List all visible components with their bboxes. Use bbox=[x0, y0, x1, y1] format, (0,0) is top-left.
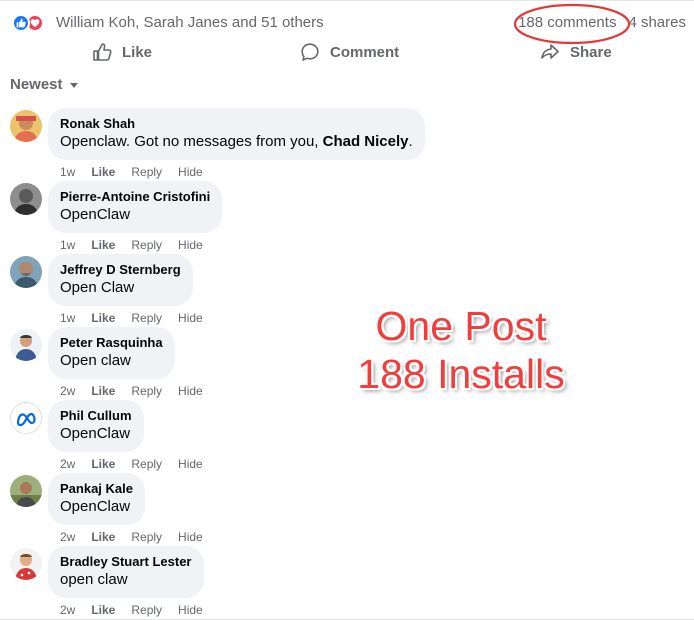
share-button[interactable]: Share bbox=[540, 36, 612, 68]
avatar[interactable] bbox=[10, 329, 42, 361]
top-divider bbox=[0, 0, 694, 1]
comment-timestamp[interactable]: 2w bbox=[60, 603, 75, 617]
avatar[interactable] bbox=[10, 256, 42, 288]
share-button-label: Share bbox=[570, 43, 612, 61]
comment-hide-button[interactable]: Hide bbox=[178, 311, 203, 325]
annotation-line-1: One Post bbox=[375, 303, 547, 349]
comment-like-button[interactable]: Like bbox=[91, 530, 115, 544]
comment-hide-button[interactable]: Hide bbox=[178, 238, 203, 252]
comment-like-button[interactable]: Like bbox=[91, 457, 115, 471]
comment-author[interactable]: Peter Rasquinha bbox=[60, 335, 163, 351]
mention-link[interactable]: Chad Nicely bbox=[323, 133, 409, 150]
annotation-line-2: 188 Installs bbox=[357, 351, 565, 397]
comment-text: OpenClaw bbox=[60, 498, 131, 515]
like-icon bbox=[12, 14, 30, 32]
comment-author[interactable]: Pankaj Kale bbox=[60, 481, 133, 497]
comment-sort-dropdown[interactable]: Newest bbox=[10, 76, 79, 93]
comment-like-button[interactable]: Like bbox=[91, 311, 115, 325]
comment-reply-button[interactable]: Reply bbox=[131, 530, 162, 544]
comment-like-button[interactable]: Like bbox=[91, 238, 115, 252]
comment-reply-button[interactable]: Reply bbox=[131, 457, 162, 471]
comment-text: OpenClaw bbox=[60, 425, 131, 442]
comment-timestamp[interactable]: 2w bbox=[60, 384, 75, 398]
comment-meta: 2w Like Reply Hide bbox=[60, 457, 203, 471]
comment-bubble: Pankaj Kale OpenClaw bbox=[48, 473, 145, 525]
comment-like-button[interactable]: Like bbox=[91, 384, 115, 398]
comment-meta: 1w Like Reply Hide bbox=[60, 165, 425, 179]
comment-author[interactable]: Ronak Shah bbox=[60, 116, 413, 132]
comment-timestamp[interactable]: 1w bbox=[60, 165, 75, 179]
comment-text: Open claw bbox=[60, 352, 131, 369]
comment-item: Bradley Stuart Lester open claw 2w Like … bbox=[10, 546, 204, 617]
share-icon bbox=[541, 44, 559, 59]
comment-timestamp[interactable]: 2w bbox=[60, 530, 75, 544]
comment-author[interactable]: Phil Cullum bbox=[60, 408, 132, 424]
comment-meta: 2w Like Reply Hide bbox=[60, 384, 203, 398]
comment-hide-button[interactable]: Hide bbox=[178, 384, 203, 398]
comment-bubble: Ronak Shah Openclaw. Got no messages fro… bbox=[48, 108, 425, 160]
comment-hide-button[interactable]: Hide bbox=[178, 530, 203, 544]
comment-text: Open Claw bbox=[60, 279, 135, 296]
comment-like-button[interactable]: Like bbox=[91, 165, 115, 179]
comment-item: Peter Rasquinha Open claw 2w Like Reply … bbox=[10, 327, 203, 398]
comment-item: Phil Cullum OpenClaw 2w Like Reply Hide bbox=[10, 400, 203, 471]
caret-down-icon bbox=[69, 82, 78, 88]
sort-label: Newest bbox=[10, 76, 63, 93]
comment-reply-button[interactable]: Reply bbox=[131, 165, 162, 179]
comment-reply-button[interactable]: Reply bbox=[131, 384, 162, 398]
comment-meta: 1w Like Reply Hide bbox=[60, 311, 203, 325]
annotation-overlay-text: One Post 188 Installs bbox=[330, 302, 592, 398]
comment-item: Ronak Shah Openclaw. Got no messages fro… bbox=[10, 108, 425, 179]
comment-timestamp[interactable]: 1w bbox=[60, 238, 75, 252]
comment-reply-button[interactable]: Reply bbox=[131, 603, 162, 617]
shares-count[interactable]: 4 shares bbox=[628, 14, 686, 31]
avatar[interactable] bbox=[10, 183, 42, 215]
comment-timestamp[interactable]: 1w bbox=[60, 311, 75, 325]
like-button[interactable]: Like bbox=[92, 36, 152, 68]
comment-like-button[interactable]: Like bbox=[91, 603, 115, 617]
avatar[interactable] bbox=[10, 548, 42, 580]
comment-author[interactable]: Jeffrey D Sternberg bbox=[60, 262, 181, 278]
meta-logo-avatar[interactable] bbox=[10, 402, 42, 434]
post-action-bar: Like Comment Share bbox=[0, 36, 694, 68]
comment-bubble: Jeffrey D Sternberg Open Claw bbox=[48, 254, 193, 306]
comment-timestamp[interactable]: 2w bbox=[60, 457, 75, 471]
comment-meta: 1w Like Reply Hide bbox=[60, 238, 222, 252]
comment-button[interactable]: Comment bbox=[300, 36, 399, 68]
comment-bubble: Pierre-Antoine Cristofini OpenClaw bbox=[48, 181, 223, 233]
reaction-icons[interactable] bbox=[12, 12, 50, 32]
comment-meta: 2w Like Reply Hide bbox=[60, 603, 204, 617]
comment-text: Openclaw. Got no messages from you, Chad… bbox=[60, 133, 413, 150]
reactors-text[interactable]: William Koh, Sarah Janes and 51 others bbox=[56, 14, 324, 31]
comment-bubble: Peter Rasquinha Open claw bbox=[48, 327, 175, 379]
comment-bubble: Bradley Stuart Lester open claw bbox=[48, 546, 204, 598]
comment-button-label: Comment bbox=[330, 43, 400, 61]
comment-reply-button[interactable]: Reply bbox=[131, 238, 162, 252]
comment-hide-button[interactable]: Hide bbox=[178, 603, 203, 617]
comment-hide-button[interactable]: Hide bbox=[178, 165, 203, 179]
comment-item: Jeffrey D Sternberg Open Claw 1w Like Re… bbox=[10, 254, 203, 325]
comment-hide-button[interactable]: Hide bbox=[178, 457, 203, 471]
avatar[interactable] bbox=[10, 475, 42, 507]
comment-item: Pankaj Kale OpenClaw 2w Like Reply Hide bbox=[10, 473, 203, 544]
comment-text: open claw bbox=[60, 571, 128, 588]
comment-author[interactable]: Pierre-Antoine Cristofini bbox=[60, 189, 210, 205]
like-button-label: Like bbox=[122, 43, 153, 61]
thumbs-up-icon bbox=[93, 43, 112, 61]
comment-meta: 2w Like Reply Hide bbox=[60, 530, 203, 544]
comment-text: OpenClaw bbox=[60, 206, 131, 223]
comment-item: Pierre-Antoine Cristofini OpenClaw 1w Li… bbox=[10, 181, 223, 252]
avatar[interactable] bbox=[10, 110, 42, 142]
comment-bubble: Phil Cullum OpenClaw bbox=[48, 400, 144, 452]
comment-author[interactable]: Bradley Stuart Lester bbox=[60, 554, 192, 570]
comment-reply-button[interactable]: Reply bbox=[131, 311, 162, 325]
comment-icon bbox=[301, 43, 319, 61]
